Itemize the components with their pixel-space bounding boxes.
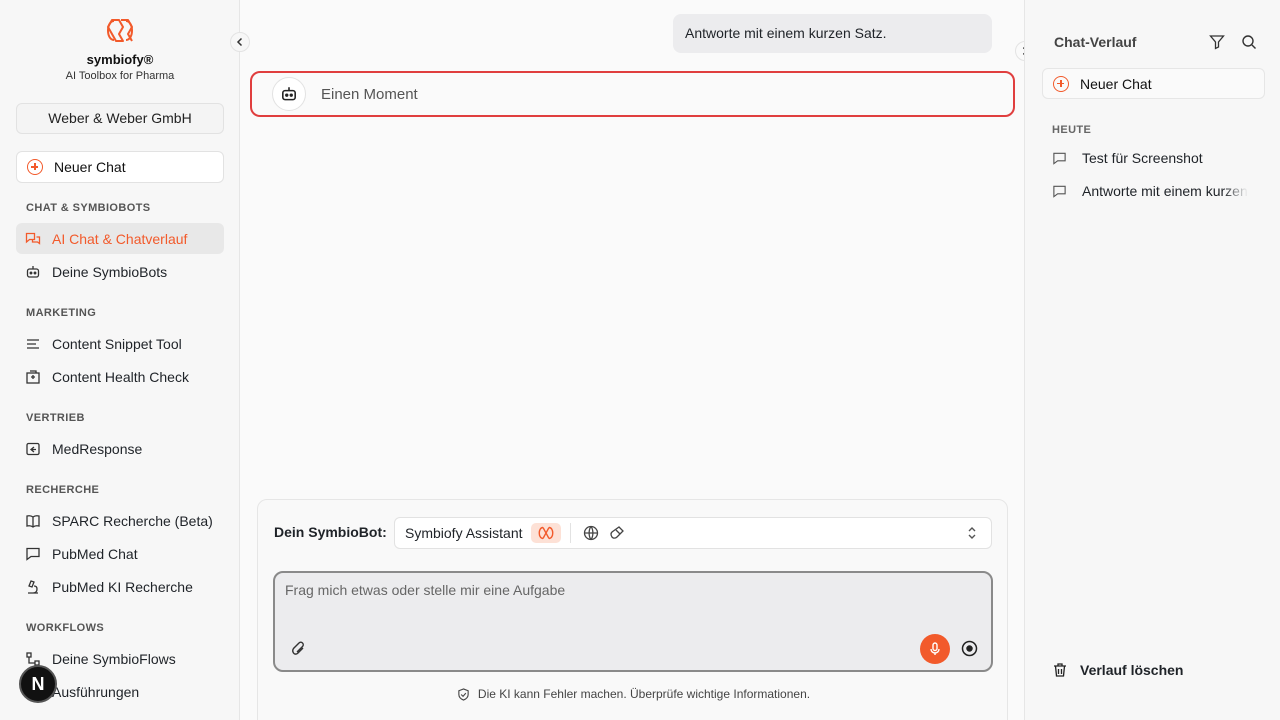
chevron-updown-icon [968,527,976,539]
delete-history-button[interactable]: Verlauf löschen [1052,662,1183,678]
sidebar-item-sparc[interactable]: SPARC Recherche (Beta) [16,505,224,536]
composer: Dein SymbioBot: Symbiofy Assistant Die K… [257,499,1008,720]
collapse-sidebar-button[interactable] [230,32,250,52]
prompt-input[interactable] [285,582,975,598]
sidebar-item-label: SPARC Recherche (Beta) [52,512,213,529]
new-chat-label: Neuer Chat [54,159,126,175]
sidebar-item-symbiobots[interactable]: Deine SymbioBots [16,256,224,287]
section-label-chat: CHAT & SYMBIOBOTS [26,202,151,214]
history-new-chat-button[interactable]: Neuer Chat [1042,68,1265,99]
sidebar-item-pubmed-ki[interactable]: PubMed KI Recherche [16,571,224,602]
bot-selector-label: Dein SymbioBot: [274,524,387,540]
sidebar-item-label: Ausführungen [52,683,140,700]
delete-history-label: Verlauf löschen [1080,662,1184,678]
chat-icon [26,547,40,561]
trash-icon [1054,663,1066,677]
bot-avatar [272,77,306,111]
user-message: Antworte mit einem kurzen Satz. [673,14,992,53]
section-label-recherche: RECHERCHE [26,484,100,496]
record-icon[interactable] [961,640,978,657]
bot-message-text: Einen Moment [321,85,418,103]
search-icon[interactable] [1241,34,1257,50]
symbiofy-logo-icon [530,523,561,543]
microscope-icon [28,579,38,594]
sidebar-item-label: Content Snippet Tool [52,335,182,352]
sidebar-item-content-health[interactable]: Content Health Check [16,361,224,392]
divider [569,523,571,543]
book-icon [26,514,40,528]
text-lines-icon [27,338,39,349]
selected-bot-name: Symbiofy Assistant [405,525,523,541]
bot-icon [282,87,296,101]
hospital-icon [26,369,40,384]
reply-icon [26,442,40,455]
history-new-chat-label: Neuer Chat [1080,75,1152,92]
history-panel: Chat-Verlauf Neuer Chat HEUTE Test für S… [1024,0,1280,720]
symbiofy-logo-icon [107,19,133,42]
sidebar-item-label: Deine SymbioFlows [52,650,176,667]
microphone-button[interactable] [920,634,950,664]
sidebar-item-label: MedResponse [52,440,143,457]
magnet-icon[interactable] [609,525,625,541]
filter-icon[interactable] [1209,34,1225,50]
paperclip-icon[interactable] [290,640,308,658]
chat-icon [1053,152,1066,165]
sidebar-item-content-snippet[interactable]: Content Snippet Tool [16,328,224,359]
bot-icon [26,265,40,278]
section-label-vertrieb: VERTRIEB [26,412,85,424]
shield-check-icon [458,687,469,701]
user-avatar[interactable]: N [19,665,57,703]
sidebar-item-label: Content Health Check [52,368,189,385]
bot-message: Einen Moment [250,71,1015,117]
new-chat-button[interactable]: Neuer Chat [16,151,224,183]
organization-selector[interactable]: Weber & Weber GmbH [16,103,224,134]
history-item-label: Antworte mit einem kurzen [1082,183,1248,199]
history-item[interactable]: Test für Screenshot [1052,148,1252,168]
sidebar-item-label: PubMed KI Recherche [52,578,193,595]
left-sidebar: symbiofy® AI Toolbox for Pharma Weber & … [0,0,240,720]
plus-circle-icon [1053,75,1069,92]
brand-subtitle: AI Toolbox for Pharma [65,70,175,82]
chat-icon [1053,185,1066,198]
sidebar-item-label: Deine SymbioBots [52,263,168,280]
history-title: Chat-Verlauf [1054,34,1137,50]
chevron-left-icon [236,37,243,47]
history-item-label: Test für Screenshot [1082,150,1203,166]
sidebar-item-label: AI Chat & Chatverlauf [52,230,188,247]
sidebar-item-label: PubMed Chat [52,545,138,562]
bot-selector[interactable]: Symbiofy Assistant [394,517,992,549]
globe-icon[interactable] [583,525,599,541]
microphone-icon [930,642,940,655]
brand-block: symbiofy® AI Toolbox for Pharma [0,16,240,82]
section-label-marketing: MARKETING [26,307,97,319]
history-item[interactable]: Antworte mit einem kurzen [1052,181,1252,201]
section-label-workflows: WORKFLOWS [26,622,105,634]
ai-disclaimer: Die KI kann Fehler machen. Überprüfe wic… [258,687,1009,701]
sidebar-item-pubmed-chat[interactable]: PubMed Chat [16,538,224,569]
plus-circle-icon [27,159,43,175]
sidebar-item-medresponse[interactable]: MedResponse [16,433,224,464]
chat-bubbles-icon [25,232,41,245]
disclaimer-text: Die KI kann Fehler machen. Überprüfe wic… [477,687,811,701]
sidebar-item-ai-chat[interactable]: AI Chat & Chatverlauf [16,223,224,254]
brand-name: symbiofy® [86,52,154,67]
prompt-box [273,571,993,672]
history-section-today: HEUTE [1052,124,1092,136]
